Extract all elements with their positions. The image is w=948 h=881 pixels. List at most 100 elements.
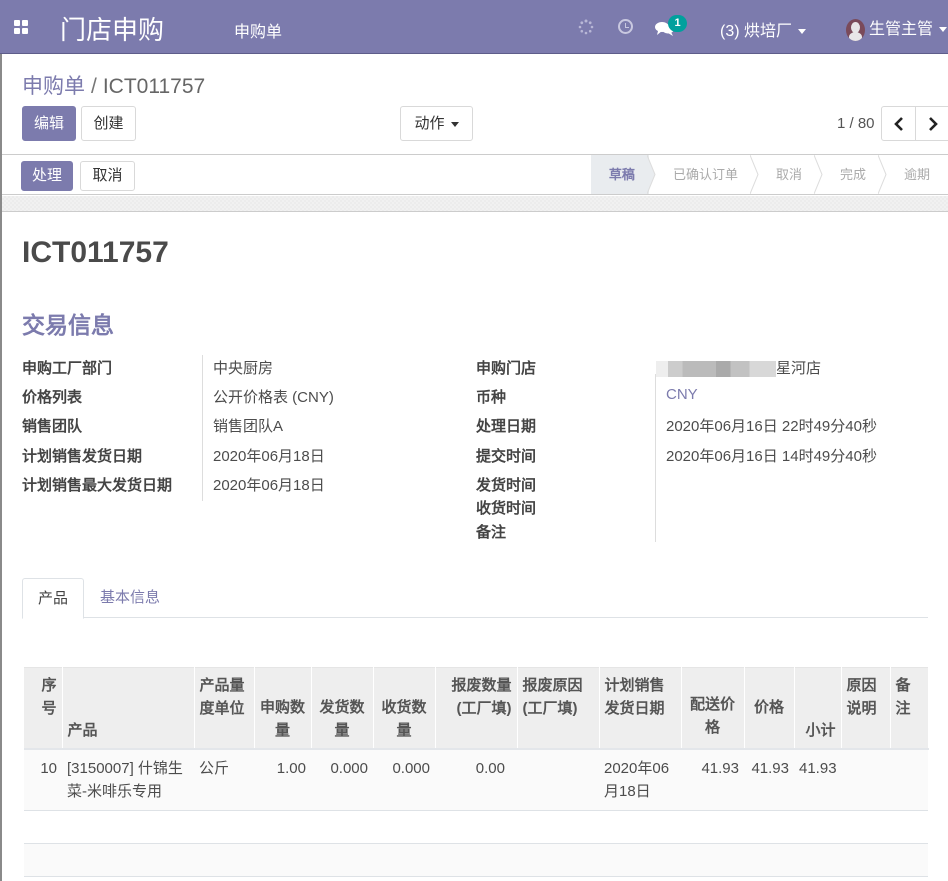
chat-count-badge: 1 xyxy=(668,15,687,32)
pager-buttons xyxy=(881,106,948,141)
cell-ship-qty: 0.000 xyxy=(311,747,373,811)
field-value: 销售团队A xyxy=(213,418,284,435)
cell-uom: 公斤 xyxy=(194,747,254,811)
menu-item-purchase-requests[interactable]: 申购单 xyxy=(234,18,282,42)
field-label: 计划销售发货日期 xyxy=(22,448,143,465)
tab-basic-info[interactable]: 基本信息 xyxy=(85,578,175,618)
breadcrumb-parent-link[interactable]: 申购单 xyxy=(22,75,85,98)
group-divider xyxy=(202,355,203,501)
chevron-right-icon xyxy=(929,116,938,131)
column-header-seq[interactable]: 序号 xyxy=(24,667,63,749)
column-header-scrap-reason[interactable]: 报废原因(工厂填) xyxy=(517,667,600,749)
cell-product: [3150007] 什锦生菜-米啡乐专用 xyxy=(62,747,194,811)
field-value: 2020年06月16日 22时49分40秒 xyxy=(666,418,877,435)
stage-arrow-icon xyxy=(646,155,656,194)
field-label: 申购工厂部门 xyxy=(22,360,113,377)
currency-link[interactable]: CNY xyxy=(666,386,698,403)
cell-planned-date: 2020年06月18日 xyxy=(599,747,681,811)
column-header-uom[interactable]: 产品量度单位 xyxy=(194,667,255,749)
breadcrumb-separator: / xyxy=(91,75,97,98)
sheet-background xyxy=(2,196,948,212)
stage-done[interactable]: 完成 xyxy=(816,155,887,194)
cell-reason-note xyxy=(841,747,890,811)
cell-receive-qty: 0.000 xyxy=(373,747,435,811)
cell-request-qty: 1.00 xyxy=(254,747,311,811)
column-header-delivery-price[interactable]: 配送价格 xyxy=(681,667,745,749)
field-label: 发货时间 xyxy=(476,477,537,494)
field-value: 2020年06月16日 14时49分40秒 xyxy=(666,448,877,465)
column-header-request-qty[interactable]: 申购数量 xyxy=(254,667,312,749)
field-value: 星河店 xyxy=(776,360,822,377)
column-header-ship-qty[interactable]: 发货数量 xyxy=(311,667,374,749)
column-header-remark[interactable]: 备注 xyxy=(890,667,929,749)
top-navbar: 门店申购 申购单 1 (3) 烘培厂 生管主管 xyxy=(0,0,948,54)
chevron-left-icon xyxy=(893,116,903,131)
field-label: 备注 xyxy=(476,524,507,541)
chevron-down-icon xyxy=(450,121,459,127)
stage-label: 草稿 xyxy=(608,167,635,182)
pager-value[interactable]: 1 / 80 xyxy=(837,115,875,132)
chevron-down-icon xyxy=(798,29,807,35)
stage-arrow-icon xyxy=(877,155,887,194)
edit-button[interactable]: 编辑 xyxy=(22,106,76,141)
column-header-product[interactable]: 产品 xyxy=(62,667,195,749)
stage-overdue[interactable]: 逾期 xyxy=(880,155,948,194)
field-value: 2020年06月18日 xyxy=(213,448,325,465)
action-label: 动作 xyxy=(414,115,445,132)
cell-delivery-price: 41.93 xyxy=(681,747,744,811)
field-label: 提交时间 xyxy=(476,448,537,465)
notebook-tabs: 产品 基本信息 xyxy=(22,578,928,619)
section-title: 交易信息 xyxy=(22,312,114,338)
stage-confirmed[interactable]: 已确认订单 xyxy=(649,155,759,194)
cell-scrap-reason xyxy=(517,747,599,811)
cell-remark xyxy=(890,747,928,811)
column-header-planned-date[interactable]: 计划销售发货日期 xyxy=(599,667,682,749)
field-value: 公开价格表 (CNY) xyxy=(213,389,334,406)
process-button[interactable]: 处理 xyxy=(21,161,73,191)
column-header-reason-note[interactable]: 原因说明 xyxy=(841,667,891,749)
table-row[interactable]: 10 [3150007] 什锦生菜-米啡乐专用 公斤 1.00 0.000 0.… xyxy=(24,747,928,811)
user-menu[interactable]: 生管主管 xyxy=(846,15,948,41)
column-header-subtotal[interactable]: 小计 xyxy=(794,667,842,749)
create-button[interactable]: 创建 xyxy=(81,106,136,141)
column-header-price[interactable]: 价格 xyxy=(744,667,795,749)
field-label: 处理日期 xyxy=(476,418,537,435)
order-lines-table: 序号 产品 产品量度单位 申购数量 发货数量 收货数量 报废数量(工厂填) 报废… xyxy=(24,667,929,877)
pager-next-button[interactable] xyxy=(916,107,948,140)
stage-draft[interactable]: 草稿 xyxy=(590,155,656,194)
app-name: 门店申购 xyxy=(60,15,165,45)
empty-row xyxy=(24,810,928,844)
activity-clock-icon[interactable] xyxy=(618,19,633,34)
breadcrumb: 申购单 / ICT011757 xyxy=(22,70,205,100)
apps-menu-icon[interactable] xyxy=(14,20,28,34)
field-label: 申购门店 xyxy=(476,360,537,377)
cell-subtotal: 41.93 xyxy=(794,747,841,811)
status-stages: 草稿 已确认订单 取消 完成 逾期 xyxy=(590,155,948,194)
record-title: ICT011757 xyxy=(22,236,169,269)
cell-price: 41.93 xyxy=(744,747,794,811)
cell-seq: 10 xyxy=(24,747,62,811)
status-bar: 处理 取消 草稿 已确认订单 取消 完成 逾期 xyxy=(2,154,948,195)
field-value: 中央厨房 xyxy=(213,360,274,377)
stage-cancelled[interactable]: 取消 xyxy=(752,155,823,194)
cancel-button[interactable]: 取消 xyxy=(80,161,135,191)
field-label: 价格列表 xyxy=(22,389,83,406)
action-dropdown[interactable]: 动作 xyxy=(400,106,473,141)
column-header-scrap-qty[interactable]: 报废数量(工厂填) xyxy=(435,667,518,749)
chevron-down-icon xyxy=(939,27,948,33)
field-label: 计划销售最大发货日期 xyxy=(22,477,173,494)
stage-arrow-icon xyxy=(813,155,823,194)
avatar xyxy=(846,18,865,41)
field-label: 销售团队 xyxy=(22,418,83,435)
company-name: (3) 烘培厂 xyxy=(720,23,793,40)
field-label: 币种 xyxy=(476,389,507,406)
pager-previous-button[interactable] xyxy=(882,107,916,140)
stage-arrow-icon xyxy=(749,155,759,194)
tab-products[interactable]: 产品 xyxy=(22,578,85,619)
stage-label: 完成 xyxy=(839,167,866,182)
cell-scrap-qty: 0.00 xyxy=(435,747,517,811)
breadcrumb-current: ICT011757 xyxy=(102,75,206,98)
stage-label: 取消 xyxy=(775,167,802,182)
company-switcher[interactable]: (3) 烘培厂 xyxy=(720,17,807,41)
column-header-receive-qty[interactable]: 收货数量 xyxy=(373,667,436,749)
